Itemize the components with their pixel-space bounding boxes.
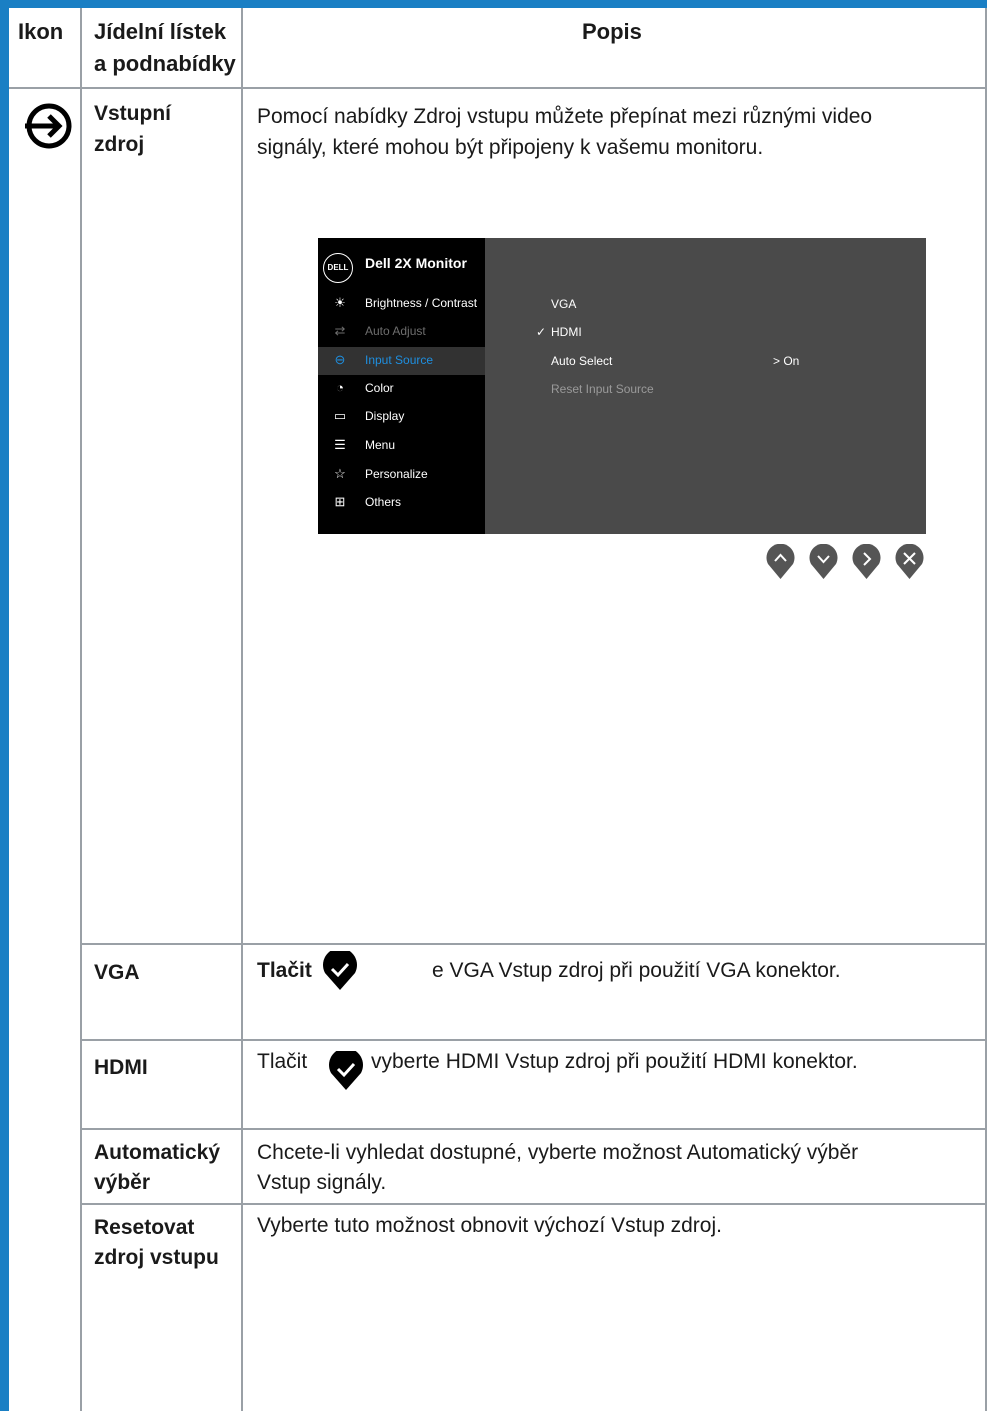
menu-icon: ☰ — [334, 437, 346, 452]
top-accent-bar — [0, 0, 987, 8]
osd-option-hdmi[interactable]: HDMI — [551, 325, 582, 339]
osd-menu-label: Color — [365, 381, 394, 395]
check-icon: ✓ — [536, 325, 547, 339]
osd-option-auto-select[interactable]: Auto Select — [551, 354, 612, 368]
check-button-icon — [329, 1051, 363, 1090]
row-input-source-name-2: zdroj — [94, 133, 145, 156]
osd-menu-label: Display — [365, 409, 405, 423]
osd-menu-label: Others — [365, 495, 402, 509]
osd-menu-label: Personalize — [365, 467, 428, 481]
auto-adjust-icon: ⇄ — [334, 323, 346, 338]
column-divider-1 — [80, 8, 82, 1411]
row-vga-name: VGA — [94, 961, 140, 984]
osd-screenshot: DELL Dell 2X Monitor ☀ Brightness / Cont… — [318, 238, 926, 534]
osd-menu-display[interactable]: ▭ Display — [318, 403, 485, 431]
header-description: Popis — [582, 19, 642, 44]
check-button-icon — [323, 951, 357, 990]
osd-option-reset-input[interactable]: Reset Input Source — [551, 382, 654, 396]
input-source-icon — [25, 103, 72, 149]
row-auto-desc-2: Vstup signály. — [257, 1171, 387, 1194]
up-button-icon — [766, 544, 795, 579]
left-accent-bar — [0, 0, 9, 1411]
row-divider-1 — [80, 943, 987, 945]
osd-menu-personalize[interactable]: ☆ Personalize — [318, 461, 485, 489]
star-icon: ☆ — [334, 466, 346, 481]
color-icon: ◔ — [336, 380, 344, 395]
header-divider — [9, 87, 987, 89]
dell-logo: DELL — [323, 253, 353, 283]
close-button-icon — [895, 544, 924, 579]
osd-menu-input-source[interactable]: ⊖ Input Source — [318, 347, 485, 375]
others-icon: ⊞ — [334, 494, 346, 509]
osd-menu-color[interactable]: ◔ Color — [318, 375, 485, 403]
row-auto-name-2: výběr — [94, 1171, 151, 1194]
osd-menu-auto-adjust[interactable]: ⇄ Auto Adjust — [318, 318, 485, 346]
row-hdmi-name: HDMI — [94, 1056, 148, 1079]
down-button-icon — [809, 544, 838, 579]
osd-menu-label: Input Source — [365, 353, 434, 367]
input-source-icon: ⊖ — [334, 352, 346, 367]
row-auto-name-1: Automatický — [94, 1141, 221, 1164]
row-divider-3 — [80, 1128, 987, 1130]
row-divider-2 — [80, 1039, 987, 1041]
display-icon: ▭ — [333, 408, 347, 423]
row-hdmi-desc-b: vyberte HDMI Vstup zdroj při použití HDM… — [371, 1050, 858, 1073]
osd-title: Dell 2X Monitor — [365, 255, 467, 271]
row-input-source-name-1: Vstupní — [94, 102, 171, 125]
header-menu-line1: Jídelní lístek — [94, 19, 227, 44]
row-input-source-desc-1: Pomocí nabídky Zdroj vstupu můžete přepí… — [257, 105, 873, 128]
osd-auto-select-value: > On — [773, 354, 800, 368]
osd-menu-label: Auto Adjust — [365, 324, 426, 338]
row-reset-name-1: Resetovat — [94, 1216, 195, 1239]
right-button-icon — [852, 544, 881, 579]
row-input-source-desc-2: signály, které mohou být připojeny k vaš… — [257, 136, 764, 159]
brightness-icon: ☀ — [334, 295, 346, 310]
osd-menu-menu[interactable]: ☰ Menu — [318, 432, 485, 460]
osd-menu-label: Menu — [365, 438, 396, 452]
row-reset-desc: Vyberte tuto možnost obnovit výchozí Vst… — [257, 1214, 722, 1237]
row-reset-name-2: zdroj vstupu — [94, 1246, 219, 1269]
osd-menu-label: Brightness / Contrast — [365, 296, 478, 310]
row-divider-4 — [80, 1203, 987, 1205]
header-menu-line2: a podnabídky — [94, 51, 236, 76]
row-auto-desc-1: Chcete-li vyhledat dostupné, vyberte mož… — [257, 1141, 859, 1164]
column-divider-2 — [241, 8, 243, 1411]
osd-option-vga[interactable]: VGA — [551, 297, 576, 311]
row-hdmi-desc-a: Tlačit — [257, 1050, 308, 1073]
row-vga-desc-b: e VGA Vstup zdroj při použití VGA konekt… — [432, 959, 841, 982]
row-vga-desc-a: Tlačit — [257, 959, 312, 982]
osd-menu-others[interactable]: ⊞ Others — [318, 489, 485, 517]
osd-menu-brightness[interactable]: ☀ Brightness / Contrast — [318, 290, 485, 318]
header-icon: Ikon — [18, 19, 64, 44]
